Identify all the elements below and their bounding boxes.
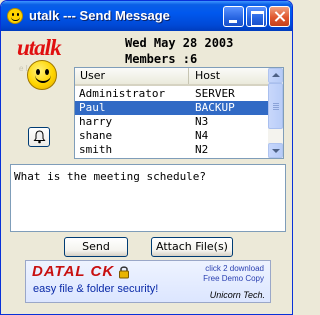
table-row[interactable]: harry N3 xyxy=(75,115,268,129)
minimize-button[interactable] xyxy=(223,6,244,27)
padlock-icon xyxy=(119,266,129,279)
user-list[interactable]: User Host Administrator SERVER Paul BACK… xyxy=(74,67,284,159)
banner-download-text: click 2 download Free Demo Copy xyxy=(203,264,264,284)
user-cell: Administrator xyxy=(79,87,166,100)
utalk-logo: utalk e Locks xyxy=(15,35,75,95)
scroll-down-button[interactable] xyxy=(268,143,283,158)
smiley-app-icon[interactable] xyxy=(7,8,23,24)
close-button[interactable] xyxy=(269,6,290,27)
table-row-selected[interactable]: Paul BACKUP xyxy=(75,101,268,115)
chevron-down-icon xyxy=(272,149,280,153)
banner-company: Unicorn Tech. xyxy=(209,290,265,300)
bell-button[interactable] xyxy=(28,127,50,147)
list-header: User Host xyxy=(75,68,268,86)
members-count: Members :6 xyxy=(125,52,198,66)
maximize-button[interactable] xyxy=(246,6,267,27)
smiley-icon xyxy=(27,60,57,90)
column-header-host[interactable]: Host xyxy=(190,68,268,84)
datalock-logo: DATAL CK xyxy=(32,263,115,280)
column-header-user[interactable]: User xyxy=(75,68,189,84)
host-cell: N2 xyxy=(195,143,209,156)
attach-files-button[interactable]: Attach File(s) xyxy=(151,237,233,257)
chevron-up-icon xyxy=(272,73,280,77)
datalock-ad-banner[interactable]: DATAL CK easy file & folder security! cl… xyxy=(25,260,271,303)
vertical-scrollbar[interactable] xyxy=(268,68,283,158)
user-cell: smith xyxy=(79,143,113,156)
table-row[interactable]: smith N2 xyxy=(75,143,268,157)
scroll-up-button[interactable] xyxy=(268,68,283,83)
send-message-window: utalk --- Send Message utalk e Locks Wed… xyxy=(0,0,293,315)
table-row[interactable]: shane N4 xyxy=(75,129,268,143)
message-input[interactable]: What is the meeting schedule? xyxy=(10,164,286,232)
banner-line2: Free Demo Copy xyxy=(203,274,264,283)
user-cell: shane xyxy=(79,129,113,142)
scroll-thumb[interactable] xyxy=(268,83,283,129)
user-cell: Paul xyxy=(79,101,106,114)
send-button[interactable]: Send xyxy=(64,237,128,257)
user-cell: harry xyxy=(79,115,113,128)
title-bar[interactable]: utalk --- Send Message xyxy=(1,1,292,31)
banner-tagline: easy file & folder security! xyxy=(33,283,159,295)
host-cell: N3 xyxy=(195,115,209,128)
bell-icon xyxy=(33,130,46,144)
host-cell: N4 xyxy=(195,129,209,142)
window-title: utalk --- Send Message xyxy=(29,8,170,23)
user-rows: Administrator SERVER Paul BACKUP harry N… xyxy=(75,87,268,157)
table-row[interactable]: Administrator SERVER xyxy=(75,87,268,101)
host-cell: SERVER xyxy=(195,87,235,100)
logo-text: utalk xyxy=(17,35,62,60)
date-label: Wed May 28 2003 xyxy=(125,36,234,50)
banner-line1: click 2 download xyxy=(205,264,264,273)
host-cell: BACKUP xyxy=(195,101,235,114)
